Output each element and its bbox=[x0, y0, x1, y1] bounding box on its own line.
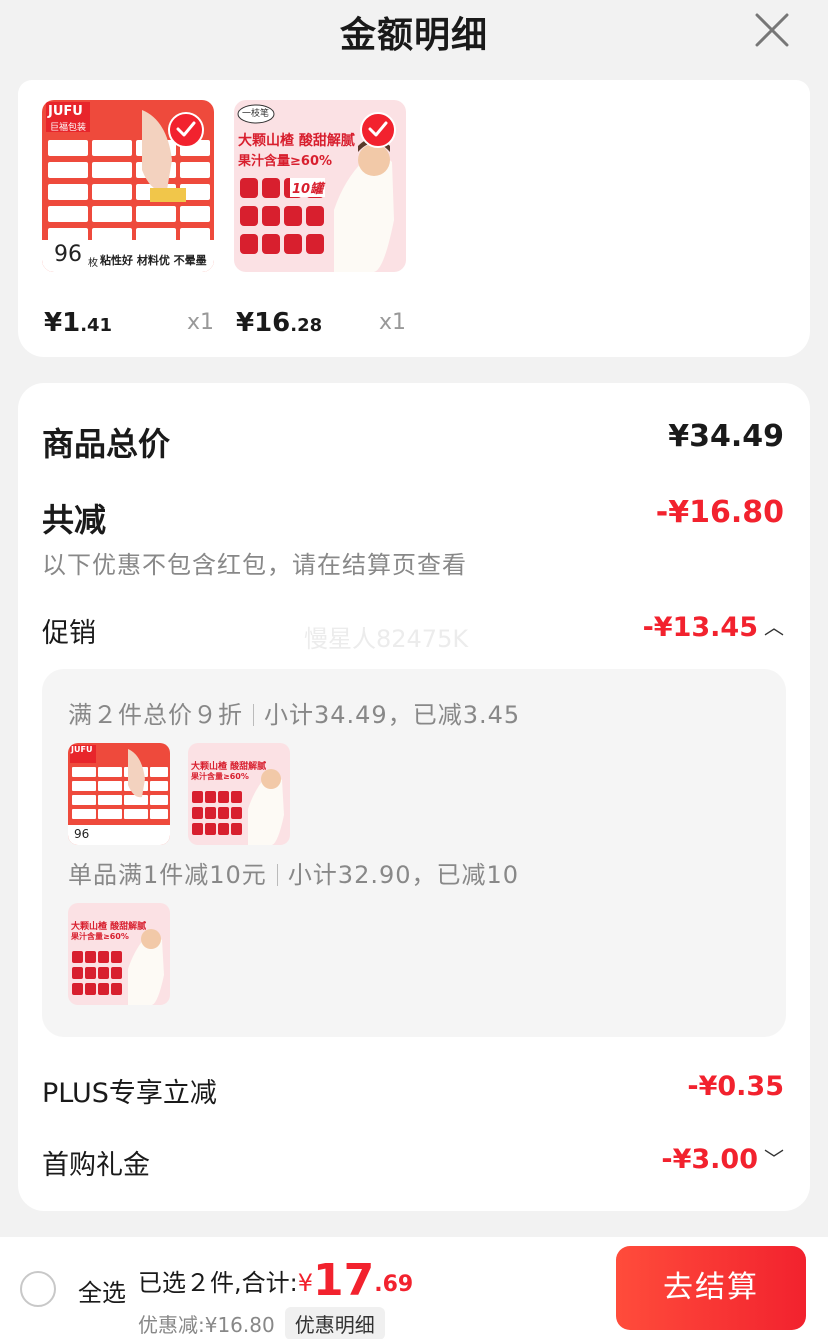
product-item[interactable]: JUFU 巨福包装 96 枚 粘性好 材料优 不晕墨 ¥1.41 x1 bbox=[42, 100, 214, 338]
thumb-count: 10罐 bbox=[290, 178, 326, 197]
total-price-row: 商品总价 ¥34.49 bbox=[42, 419, 784, 463]
product-qty: x1 bbox=[378, 310, 406, 335]
brand-logo-text: JUFU bbox=[48, 104, 83, 119]
promo-label: 促销 bbox=[42, 618, 96, 649]
product-qty: x1 bbox=[186, 310, 214, 335]
product-item[interactable]: 一枝笔 大颗山楂 酸甜解腻 果汁含量≥60% 10罐 ¥16.28 x1 bbox=[234, 100, 406, 338]
reduce-row: 共减 -¥16.80 bbox=[42, 495, 784, 539]
header: 金额明细 bbox=[0, 0, 828, 72]
total-price-value: ¥34.49 bbox=[668, 419, 784, 454]
check-icon[interactable] bbox=[168, 112, 204, 148]
promo-value: -¥13.45 ︿ bbox=[642, 612, 784, 643]
watermark: 慢星人82475K bbox=[304, 625, 469, 653]
first-purchase-row[interactable]: 首购礼金 -¥3.00 ﹀ bbox=[42, 1143, 784, 1181]
total-price-label: 商品总价 bbox=[42, 425, 171, 463]
promo-product-thumb: 大颗山楂 酸甜解腻 果汁含量≥60% bbox=[68, 903, 170, 1005]
thumb-subline: 果汁含量≥60% bbox=[238, 154, 333, 169]
checkout-bar: 全选 已选２件,合计:¥17.69 优惠减:¥16.80 优惠明细 去结算 bbox=[0, 1237, 828, 1339]
checkout-button[interactable]: 去结算 bbox=[616, 1246, 806, 1330]
discount-summary: 优惠减:¥16.80 优惠明细 bbox=[138, 1307, 385, 1339]
thumb-count: 96 bbox=[54, 242, 82, 267]
plus-row: PLUS专享立减 -¥0.35 bbox=[42, 1071, 784, 1109]
check-icon[interactable] bbox=[360, 112, 396, 148]
reduce-label: 共减 bbox=[42, 501, 107, 539]
product-thumbnail-drink: 一枝笔 大颗山楂 酸甜解腻 果汁含量≥60% 10罐 bbox=[234, 100, 406, 272]
plus-label: PLUS专享立减 bbox=[42, 1078, 217, 1109]
thumb-unit: 枚 bbox=[88, 258, 98, 269]
order-summary: 已选２件,合计:¥17.69 bbox=[138, 1255, 414, 1306]
brand-logo-cn: 巨福包装 bbox=[50, 123, 87, 133]
promo-product-thumb: JUFU 96 bbox=[68, 743, 170, 845]
reduce-value: -¥16.80 bbox=[655, 495, 784, 530]
promo-product-thumb: 大颗山楂 酸甜解腻 果汁含量≥60% bbox=[188, 743, 290, 845]
first-purchase-label: 首购礼金 bbox=[42, 1150, 150, 1181]
promo-rule-2: 单品满1件减10元 小计32.90，已减10 bbox=[68, 861, 520, 889]
close-icon[interactable] bbox=[752, 10, 792, 50]
product-price: ¥1.41 bbox=[44, 308, 113, 338]
product-thumbnail-labels: JUFU 巨福包装 96 枚 粘性好 材料优 不晕墨 bbox=[42, 100, 214, 272]
selected-products-card: JUFU 巨福包装 96 枚 粘性好 材料优 不晕墨 ¥1.41 x1 一枝笔 … bbox=[18, 80, 810, 357]
thumb-headline: 大颗山楂 酸甜解腻 bbox=[238, 133, 355, 149]
product-price: ¥16.28 bbox=[236, 308, 323, 338]
select-all-label[interactable]: 全选 bbox=[78, 1273, 126, 1308]
chevron-up-icon[interactable]: ︿ bbox=[764, 615, 784, 639]
promo-rule-1: 满２件总价９折 小计34.49，已减3.45 bbox=[68, 701, 521, 729]
first-purchase-value: -¥3.00 ﹀ bbox=[661, 1144, 784, 1175]
promo-detail-panel: 满２件总价９折 小计34.49，已减3.45 JUFU 96 大颗山楂 酸甜解腻… bbox=[42, 669, 786, 1037]
total-amount: 17 bbox=[313, 1255, 375, 1306]
chevron-down-icon[interactable]: ﹀ bbox=[764, 1147, 784, 1171]
price-detail-card: 商品总价 ¥34.49 共减 -¥16.80 以下优惠不包含红包，请在结算页查看… bbox=[18, 383, 810, 1211]
page-title: 金额明细 bbox=[339, 15, 488, 56]
plus-value: -¥0.35 bbox=[687, 1071, 784, 1102]
thumb-caption: 粘性好 材料优 不晕墨 bbox=[100, 254, 207, 267]
discount-detail-button[interactable]: 优惠明细 bbox=[284, 1307, 385, 1339]
brand-logo-text: 一枝笔 bbox=[242, 109, 270, 119]
radio-unchecked-icon[interactable] bbox=[20, 1271, 56, 1307]
reduce-note: 以下优惠不包含红包，请在结算页查看 bbox=[42, 551, 467, 579]
